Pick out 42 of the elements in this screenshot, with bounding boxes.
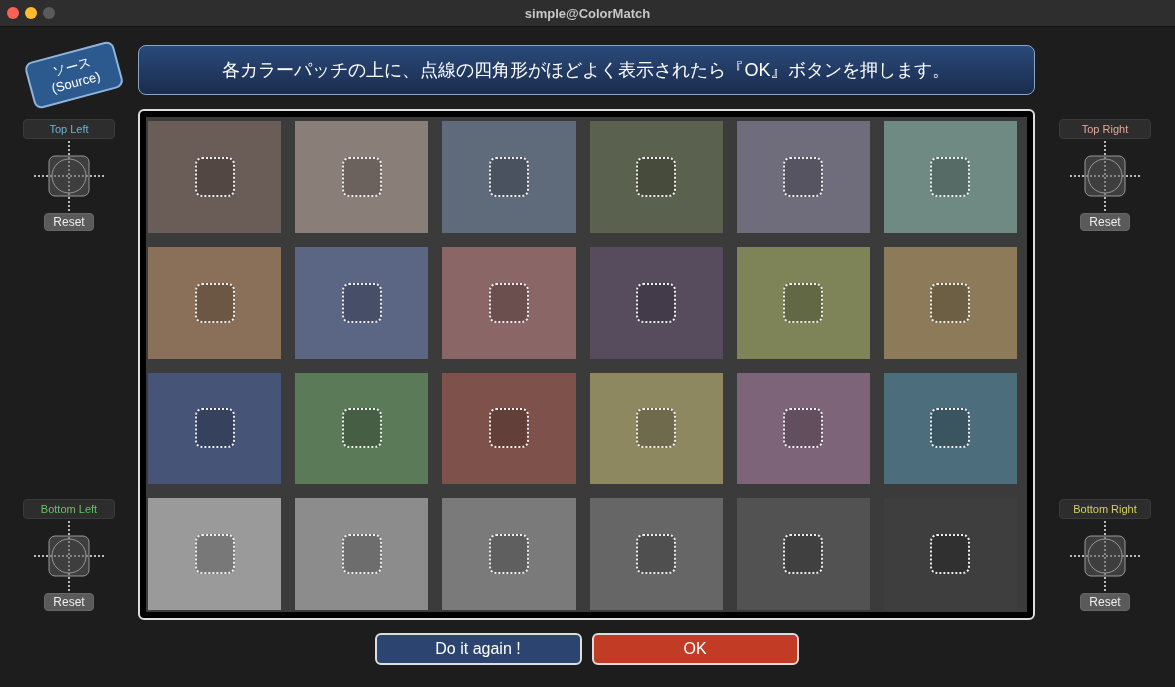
sample-square [636,156,677,197]
corner-label: Top Left [23,119,115,139]
close-button[interactable] [7,7,19,19]
sample-square [783,156,824,197]
reset-button[interactable]: Reset [44,213,94,231]
crosshair-handle[interactable] [33,140,105,212]
crosshair-handle[interactable] [33,520,105,592]
retry-button[interactable]: Do it again ! [374,633,582,665]
sample-square [488,282,529,323]
reset-button[interactable]: Reset [44,593,94,611]
sample-square [194,408,235,449]
sample-square [636,282,677,323]
sample-square [194,534,235,575]
corner-label: Bottom Right [1059,499,1151,519]
crosshair-handle[interactable] [1069,520,1141,592]
sample-square [488,534,529,575]
window-title: simple@ColorMatch [524,5,651,21]
instruction-banner: 各カラーパッチの上に、点線の四角形がほどよく表示されたら『OK』ボタンを押します。 [138,45,1035,95]
sample-square [930,534,971,575]
sample-square [930,408,971,449]
sample-square [194,282,235,323]
sample-square [488,156,529,197]
sample-square [930,282,971,323]
reset-button[interactable]: Reset [1080,593,1130,611]
sample-square [341,282,382,323]
sample-square [783,282,824,323]
crosshair-handle[interactable] [1069,140,1141,212]
sample-square [636,534,677,575]
sample-square [783,534,824,575]
sample-square [930,156,971,197]
sample-square [194,156,235,197]
sample-square [341,156,382,197]
sample-square [636,408,677,449]
corner-label: Top Right [1059,119,1151,139]
sample-square [341,534,382,575]
corner-label: Bottom Left [23,499,115,519]
minimize-button[interactable] [25,7,37,19]
ok-button[interactable]: OK [591,633,799,665]
reset-button[interactable]: Reset [1080,213,1130,231]
sample-square [783,408,824,449]
sample-square [488,408,529,449]
sample-square [341,408,382,449]
